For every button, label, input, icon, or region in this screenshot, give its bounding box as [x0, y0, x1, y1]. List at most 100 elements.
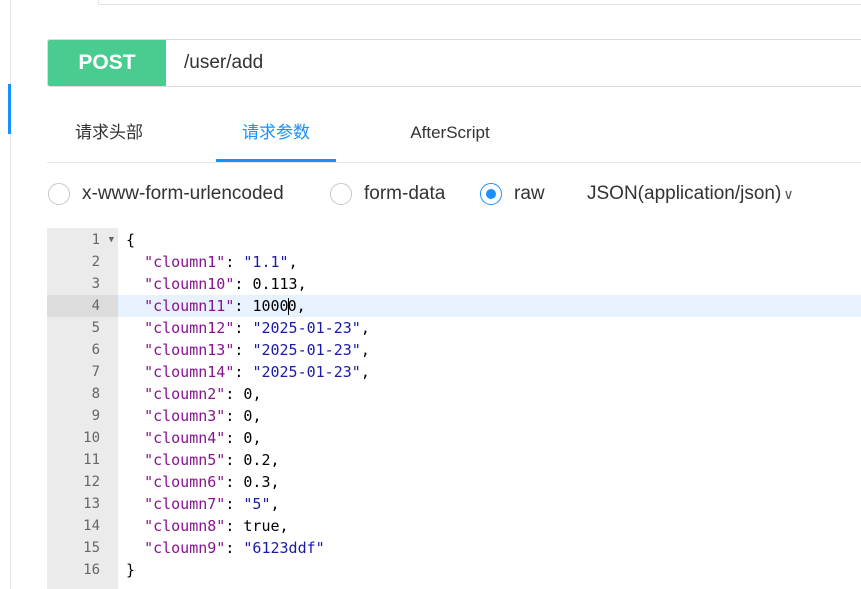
code-text: "cloumn9": "6123ddf": [144, 539, 325, 557]
active-indicator: [8, 84, 11, 134]
line-number: 16: [47, 559, 118, 581]
json-key: "cloumn10": [144, 275, 235, 293]
url-input[interactable]: /user/add: [184, 40, 263, 86]
json-value: 0.113: [252, 275, 298, 293]
json-key: "cloumn8": [144, 517, 226, 535]
radio-form-data[interactable]: form-data: [330, 176, 445, 212]
fold-toggle-icon[interactable]: ▼: [109, 229, 114, 251]
chevron-down-icon: ∨: [783, 186, 794, 202]
line-number: 13: [47, 493, 118, 515]
json-key: "cloumn2": [144, 385, 226, 403]
json-value: 0.2: [243, 451, 271, 469]
code-line[interactable]: 3 "cloumn10": 0.113,: [47, 273, 861, 295]
json-comma: ,: [279, 517, 289, 535]
code-line[interactable]: 10 "cloumn4": 0,: [47, 427, 861, 449]
radio-x-www-form-urlencoded[interactable]: x-www-form-urlencoded: [48, 176, 284, 212]
tab-afterscript[interactable]: AfterScript: [402, 104, 498, 162]
json-comma: ,: [252, 429, 262, 447]
code-line[interactable]: 15 "cloumn9": "6123ddf": [47, 537, 861, 559]
code-text: "cloumn7": "5",: [144, 495, 280, 513]
line-number-text: 13: [83, 496, 100, 512]
code-line[interactable]: 6 "cloumn13": "2025-01-23",: [47, 339, 861, 361]
line-number-text: 3: [91, 276, 100, 292]
code-line[interactable]: 4 "cloumn11": 10000,: [47, 295, 861, 317]
tab-request-headers[interactable]: 请求头部: [72, 104, 146, 162]
line-number: 11: [47, 449, 118, 471]
code-line[interactable]: 9 "cloumn3": 0,: [47, 405, 861, 427]
code-text: "cloumn2": 0,: [144, 385, 262, 403]
request-url-bar: POST /user/add: [47, 39, 861, 87]
radio-circle-checked[interactable]: [480, 183, 502, 205]
request-tabs: 请求头部 请求参数 AfterScript: [47, 104, 861, 163]
json-key: "cloumn6": [144, 473, 226, 491]
line-number-text: 8: [91, 386, 100, 402]
code-text: "cloumn1": "1.1",: [144, 253, 298, 271]
line-number: 3: [47, 273, 118, 295]
body-type-selector: x-www-form-urlencoded form-data raw JSON…: [47, 176, 861, 212]
top-panel-edge: [98, 0, 861, 5]
code-text: "cloumn5": 0.2,: [144, 451, 280, 469]
line-number-text: 15: [83, 540, 100, 556]
code-line[interactable]: 7 "cloumn14": "2025-01-23",: [47, 361, 861, 383]
code-line[interactable]: 13 "cloumn7": "5",: [47, 493, 861, 515]
method-badge[interactable]: POST: [48, 40, 166, 86]
json-comma: ,: [297, 275, 307, 293]
code-line[interactable]: 5 "cloumn12": "2025-01-23",: [47, 317, 861, 339]
line-number: 2: [47, 251, 118, 273]
line-number: 6: [47, 339, 118, 361]
code-text: "cloumn11": 10000,: [118, 295, 861, 317]
line-number: 9: [47, 405, 118, 427]
line-number-text: 7: [91, 364, 100, 380]
code-line[interactable]: 8 "cloumn2": 0,: [47, 383, 861, 405]
json-comma: ,: [270, 451, 280, 469]
code-line[interactable]: 16}: [47, 559, 861, 581]
code-text: "cloumn12": "2025-01-23",: [144, 319, 370, 337]
line-number-text: 2: [91, 254, 100, 270]
code-text: "cloumn13": "2025-01-23",: [144, 341, 370, 359]
json-value: "6123ddf": [243, 539, 325, 557]
content-type-dropdown[interactable]: JSON(application/json) ∨: [587, 176, 794, 212]
json-comma: ,: [288, 253, 298, 271]
json-key: "cloumn4": [144, 429, 226, 447]
tab-request-params[interactable]: 请求参数: [216, 104, 336, 162]
line-number: 5: [47, 317, 118, 339]
json-brace: }: [126, 561, 136, 579]
radio-circle[interactable]: [48, 183, 70, 205]
code-line[interactable]: 14 "cloumn8": true,: [47, 515, 861, 537]
line-number-text: 14: [83, 518, 100, 534]
json-comma: ,: [270, 495, 280, 513]
json-value: 0.3: [243, 473, 271, 491]
json-key: "cloumn3": [144, 407, 226, 425]
line-number: 7: [47, 361, 118, 383]
json-body-editor[interactable]: 1 ▼{2 "cloumn1": "1.1", 3 "cloumn10": 0.11…: [47, 228, 861, 589]
line-number: 1 ▼: [47, 229, 118, 251]
code-text: "cloumn10": 0.113,: [144, 275, 307, 293]
json-comma: ,: [270, 473, 280, 491]
code-line[interactable]: 12 "cloumn6": 0.3,: [47, 471, 861, 493]
line-number: 12: [47, 471, 118, 493]
line-number: 8: [47, 383, 118, 405]
line-number: 14: [47, 515, 118, 537]
content-type-label: JSON(application/json): [587, 183, 782, 204]
json-comma: ,: [252, 385, 262, 403]
json-key: "cloumn9": [144, 539, 226, 557]
json-comma: ,: [296, 297, 306, 315]
json-key: "cloumn12": [144, 319, 235, 337]
line-number-text: 5: [91, 320, 100, 336]
radio-raw[interactable]: raw: [480, 176, 545, 212]
json-key: "cloumn13": [144, 341, 235, 359]
radio-circle[interactable]: [330, 183, 352, 205]
radio-label: raw: [514, 183, 545, 204]
line-number-text: 4: [91, 298, 100, 314]
code-text: }: [118, 559, 861, 581]
json-value: "1.1": [243, 253, 289, 271]
code-text: "cloumn4": 0,: [144, 429, 262, 447]
json-comma: ,: [252, 407, 262, 425]
code-line[interactable]: 2 "cloumn1": "1.1",: [47, 251, 861, 273]
line-number-text: 11: [83, 452, 100, 468]
code-line[interactable]: 11 "cloumn5": 0.2,: [47, 449, 861, 471]
radio-label: x-www-form-urlencoded: [82, 183, 284, 204]
code-line[interactable]: 1 ▼ {: [47, 229, 861, 251]
json-value: "2025-01-23": [252, 363, 361, 381]
json-brace: {: [126, 231, 136, 249]
